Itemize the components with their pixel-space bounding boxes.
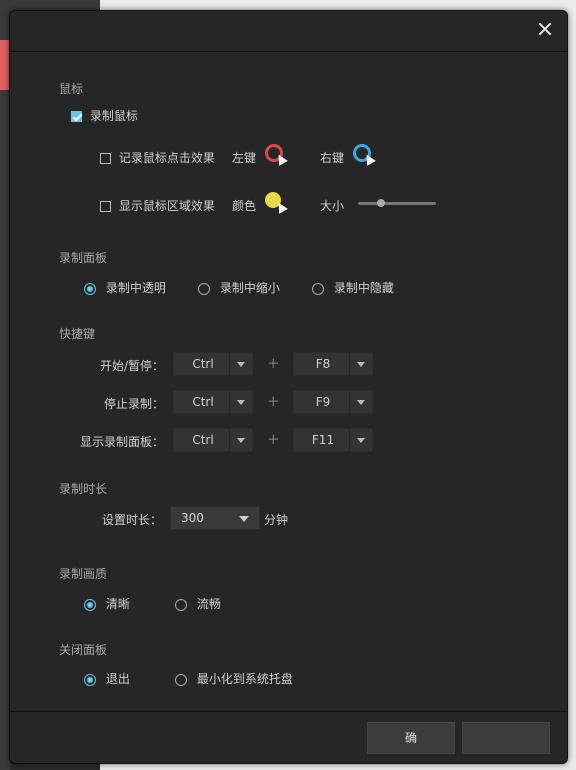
panel-option-shrink[interactable]: 录制中缩小 (198, 279, 280, 296)
quality-option-clear[interactable]: 清晰 (84, 595, 130, 612)
panel-option-transparent-label: 录制中透明 (105, 281, 166, 295)
panel-option-transparent[interactable]: 录制中透明 (84, 279, 166, 296)
duration-select[interactable]: 300 (170, 506, 260, 530)
right-click-effect-icon[interactable] (353, 144, 376, 166)
dialog-footer: 确 (10, 711, 567, 763)
close-option-exit-label: 退出 (105, 672, 130, 686)
close-icon[interactable] (535, 19, 555, 39)
click-effect-checkbox-row[interactable]: 记录鼠标点击效果 (100, 149, 215, 166)
panel-option-hide-label: 录制中隐藏 (333, 281, 394, 295)
title-bar (10, 11, 567, 52)
secondary-button[interactable] (462, 722, 550, 754)
chevron-down-icon[interactable] (229, 391, 252, 413)
duration-value: 300 (181, 511, 204, 525)
record-mouse-checkbox-row[interactable]: 录制鼠标 (71, 107, 138, 124)
left-click-effect-icon[interactable] (265, 144, 288, 166)
hotkey-section-title: 快捷键 (59, 327, 96, 341)
mouse-section-title: 鼠标 (59, 82, 84, 96)
record-mouse-label: 录制鼠标 (89, 109, 138, 123)
click-effect-label: 记录鼠标点击效果 (118, 151, 215, 165)
chevron-down-icon[interactable] (349, 353, 372, 375)
duration-section-title: 录制时长 (59, 482, 108, 496)
close-section-title: 关闭面板 (59, 643, 108, 657)
area-color-picker-icon[interactable] (265, 192, 288, 214)
panel-section-title: 录制面板 (59, 251, 108, 265)
quality-section-title: 录制画质 (59, 567, 108, 581)
plus-sign: + (267, 392, 280, 410)
chevron-down-icon[interactable] (229, 353, 252, 375)
hotkey-start-pause-label: 开始/暂停： (99, 359, 164, 373)
hotkey-show-panel-key-select[interactable]: F11 (293, 428, 373, 452)
area-effect-label: 显示鼠标区域效果 (118, 199, 215, 213)
panel-option-hide[interactable]: 录制中隐藏 (312, 279, 394, 296)
click-effect-checkbox[interactable] (100, 153, 111, 164)
area-effect-checkbox[interactable] (100, 201, 111, 212)
radio-hide[interactable] (312, 282, 324, 295)
hotkey-start-pause-key-select[interactable]: F8 (293, 352, 373, 376)
radio-close-minimize[interactable] (175, 673, 187, 686)
chevron-down-icon[interactable] (349, 429, 372, 451)
close-option-minimize[interactable]: 最小化到系统托盘 (175, 670, 293, 687)
quality-option-clear-label: 清晰 (105, 597, 130, 611)
close-option-minimize-label: 最小化到系统托盘 (196, 672, 293, 686)
left-click-label: 左键 (232, 151, 257, 165)
hotkey-start-pause-modifier-select[interactable]: Ctrl (173, 352, 253, 376)
ok-button[interactable]: 确 (367, 722, 455, 754)
record-mouse-checkbox[interactable] (71, 111, 82, 122)
panel-option-shrink-label: 录制中缩小 (219, 281, 280, 295)
quality-option-smooth-label: 流畅 (196, 597, 221, 611)
area-effect-checkbox-row[interactable]: 显示鼠标区域效果 (100, 197, 215, 214)
duration-unit: 分钟 (264, 513, 289, 527)
close-option-exit[interactable]: 退出 (84, 670, 130, 687)
hotkey-stop-key-select[interactable]: F9 (293, 390, 373, 414)
plus-sign: + (267, 430, 280, 448)
size-label: 大小 (320, 199, 345, 213)
hotkey-stop-modifier-select[interactable]: Ctrl (173, 390, 253, 414)
color-label: 颜色 (232, 199, 257, 213)
radio-close-exit[interactable] (84, 673, 96, 686)
chevron-down-icon[interactable] (349, 391, 372, 413)
radio-shrink[interactable] (198, 282, 210, 295)
plus-sign: + (267, 354, 280, 372)
hotkey-stop-label: 停止录制： (103, 397, 164, 411)
recording-settings-dialog: 鼠标 录制鼠标 记录鼠标点击效果 左键 右键 显示鼠标区域效果 颜色 大小 录制… (9, 10, 568, 764)
quality-option-smooth[interactable]: 流畅 (175, 595, 221, 612)
hotkey-show-panel-label: 显示录制面板： (79, 435, 164, 449)
hotkey-show-panel-modifier-select[interactable]: Ctrl (173, 428, 253, 452)
radio-transparent[interactable] (84, 282, 96, 295)
radio-quality-smooth[interactable] (175, 598, 187, 611)
duration-label: 设置时长： (102, 513, 163, 527)
radio-quality-clear[interactable] (84, 598, 96, 611)
size-slider-track[interactable] (358, 202, 436, 205)
size-slider-thumb[interactable] (377, 199, 386, 207)
chevron-down-icon[interactable] (229, 429, 252, 451)
right-click-label: 右键 (320, 151, 345, 165)
